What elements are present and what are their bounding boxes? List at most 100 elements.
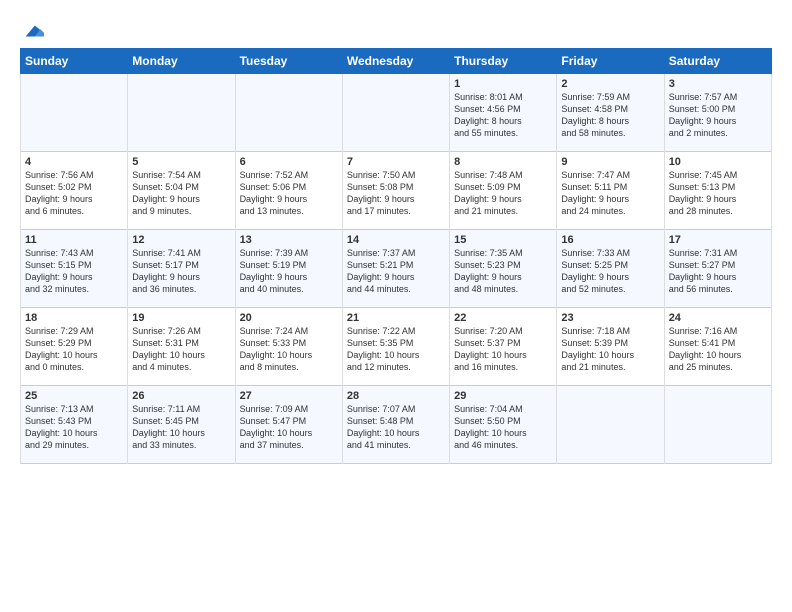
header-row: SundayMondayTuesdayWednesdayThursdayFrid… [21, 49, 772, 74]
cell-content: Sunrise: 7:09 AM Sunset: 5:47 PM Dayligh… [240, 403, 338, 452]
day-number: 27 [240, 390, 338, 402]
cell-content: Sunrise: 7:18 AM Sunset: 5:39 PM Dayligh… [561, 325, 659, 374]
calendar-cell: 6Sunrise: 7:52 AM Sunset: 5:06 PM Daylig… [235, 152, 342, 230]
day-number: 4 [25, 156, 123, 168]
calendar-cell: 1Sunrise: 8:01 AM Sunset: 4:56 PM Daylig… [450, 74, 557, 152]
day-number: 8 [454, 156, 552, 168]
header-cell-tuesday: Tuesday [235, 49, 342, 74]
cell-content: Sunrise: 7:59 AM Sunset: 4:58 PM Dayligh… [561, 91, 659, 140]
day-number: 25 [25, 390, 123, 402]
day-number: 24 [669, 312, 767, 324]
day-number: 1 [454, 78, 552, 90]
day-number: 12 [132, 234, 230, 246]
cell-content: Sunrise: 7:54 AM Sunset: 5:04 PM Dayligh… [132, 169, 230, 218]
calendar-cell: 3Sunrise: 7:57 AM Sunset: 5:00 PM Daylig… [664, 74, 771, 152]
day-number: 2 [561, 78, 659, 90]
calendar-cell: 10Sunrise: 7:45 AM Sunset: 5:13 PM Dayli… [664, 152, 771, 230]
week-row-4: 25Sunrise: 7:13 AM Sunset: 5:43 PM Dayli… [21, 386, 772, 464]
calendar-cell [128, 74, 235, 152]
calendar-cell: 28Sunrise: 7:07 AM Sunset: 5:48 PM Dayli… [342, 386, 449, 464]
calendar-cell: 5Sunrise: 7:54 AM Sunset: 5:04 PM Daylig… [128, 152, 235, 230]
day-number: 19 [132, 312, 230, 324]
calendar-cell: 2Sunrise: 7:59 AM Sunset: 4:58 PM Daylig… [557, 74, 664, 152]
header-cell-wednesday: Wednesday [342, 49, 449, 74]
calendar-body: 1Sunrise: 8:01 AM Sunset: 4:56 PM Daylig… [21, 74, 772, 464]
calendar-cell: 22Sunrise: 7:20 AM Sunset: 5:37 PM Dayli… [450, 308, 557, 386]
calendar-cell [664, 386, 771, 464]
calendar-cell: 11Sunrise: 7:43 AM Sunset: 5:15 PM Dayli… [21, 230, 128, 308]
header [20, 18, 772, 40]
calendar-cell: 26Sunrise: 7:11 AM Sunset: 5:45 PM Dayli… [128, 386, 235, 464]
cell-content: Sunrise: 8:01 AM Sunset: 4:56 PM Dayligh… [454, 91, 552, 140]
calendar-cell: 14Sunrise: 7:37 AM Sunset: 5:21 PM Dayli… [342, 230, 449, 308]
cell-content: Sunrise: 7:04 AM Sunset: 5:50 PM Dayligh… [454, 403, 552, 452]
week-row-0: 1Sunrise: 8:01 AM Sunset: 4:56 PM Daylig… [21, 74, 772, 152]
cell-content: Sunrise: 7:13 AM Sunset: 5:43 PM Dayligh… [25, 403, 123, 452]
calendar-cell: 8Sunrise: 7:48 AM Sunset: 5:09 PM Daylig… [450, 152, 557, 230]
cell-content: Sunrise: 7:11 AM Sunset: 5:45 PM Dayligh… [132, 403, 230, 452]
cell-content: Sunrise: 7:20 AM Sunset: 5:37 PM Dayligh… [454, 325, 552, 374]
day-number: 10 [669, 156, 767, 168]
day-number: 26 [132, 390, 230, 402]
cell-content: Sunrise: 7:29 AM Sunset: 5:29 PM Dayligh… [25, 325, 123, 374]
cell-content: Sunrise: 7:22 AM Sunset: 5:35 PM Dayligh… [347, 325, 445, 374]
logo [20, 22, 44, 40]
calendar-cell: 23Sunrise: 7:18 AM Sunset: 5:39 PM Dayli… [557, 308, 664, 386]
calendar-cell: 16Sunrise: 7:33 AM Sunset: 5:25 PM Dayli… [557, 230, 664, 308]
header-cell-thursday: Thursday [450, 49, 557, 74]
cell-content: Sunrise: 7:31 AM Sunset: 5:27 PM Dayligh… [669, 247, 767, 296]
cell-content: Sunrise: 7:57 AM Sunset: 5:00 PM Dayligh… [669, 91, 767, 140]
calendar-cell: 15Sunrise: 7:35 AM Sunset: 5:23 PM Dayli… [450, 230, 557, 308]
cell-content: Sunrise: 7:45 AM Sunset: 5:13 PM Dayligh… [669, 169, 767, 218]
cell-content: Sunrise: 7:16 AM Sunset: 5:41 PM Dayligh… [669, 325, 767, 374]
day-number: 9 [561, 156, 659, 168]
cell-content: Sunrise: 7:07 AM Sunset: 5:48 PM Dayligh… [347, 403, 445, 452]
calendar-table: SundayMondayTuesdayWednesdayThursdayFrid… [20, 48, 772, 464]
page: SundayMondayTuesdayWednesdayThursdayFrid… [0, 0, 792, 474]
cell-content: Sunrise: 7:26 AM Sunset: 5:31 PM Dayligh… [132, 325, 230, 374]
calendar-cell: 21Sunrise: 7:22 AM Sunset: 5:35 PM Dayli… [342, 308, 449, 386]
day-number: 22 [454, 312, 552, 324]
calendar-cell: 4Sunrise: 7:56 AM Sunset: 5:02 PM Daylig… [21, 152, 128, 230]
calendar-cell [235, 74, 342, 152]
cell-content: Sunrise: 7:37 AM Sunset: 5:21 PM Dayligh… [347, 247, 445, 296]
cell-content: Sunrise: 7:43 AM Sunset: 5:15 PM Dayligh… [25, 247, 123, 296]
cell-content: Sunrise: 7:52 AM Sunset: 5:06 PM Dayligh… [240, 169, 338, 218]
calendar-cell: 20Sunrise: 7:24 AM Sunset: 5:33 PM Dayli… [235, 308, 342, 386]
cell-content: Sunrise: 7:39 AM Sunset: 5:19 PM Dayligh… [240, 247, 338, 296]
week-row-1: 4Sunrise: 7:56 AM Sunset: 5:02 PM Daylig… [21, 152, 772, 230]
calendar-cell: 12Sunrise: 7:41 AM Sunset: 5:17 PM Dayli… [128, 230, 235, 308]
day-number: 20 [240, 312, 338, 324]
day-number: 6 [240, 156, 338, 168]
calendar-cell: 29Sunrise: 7:04 AM Sunset: 5:50 PM Dayli… [450, 386, 557, 464]
cell-content: Sunrise: 7:47 AM Sunset: 5:11 PM Dayligh… [561, 169, 659, 218]
calendar-cell: 18Sunrise: 7:29 AM Sunset: 5:29 PM Dayli… [21, 308, 128, 386]
calendar-cell: 13Sunrise: 7:39 AM Sunset: 5:19 PM Dayli… [235, 230, 342, 308]
calendar-cell [557, 386, 664, 464]
cell-content: Sunrise: 7:24 AM Sunset: 5:33 PM Dayligh… [240, 325, 338, 374]
day-number: 17 [669, 234, 767, 246]
cell-content: Sunrise: 7:41 AM Sunset: 5:17 PM Dayligh… [132, 247, 230, 296]
header-cell-friday: Friday [557, 49, 664, 74]
calendar-cell: 27Sunrise: 7:09 AM Sunset: 5:47 PM Dayli… [235, 386, 342, 464]
day-number: 13 [240, 234, 338, 246]
day-number: 18 [25, 312, 123, 324]
cell-content: Sunrise: 7:33 AM Sunset: 5:25 PM Dayligh… [561, 247, 659, 296]
day-number: 11 [25, 234, 123, 246]
day-number: 21 [347, 312, 445, 324]
day-number: 28 [347, 390, 445, 402]
logo-icon [22, 20, 44, 42]
day-number: 16 [561, 234, 659, 246]
cell-content: Sunrise: 7:50 AM Sunset: 5:08 PM Dayligh… [347, 169, 445, 218]
calendar-cell: 7Sunrise: 7:50 AM Sunset: 5:08 PM Daylig… [342, 152, 449, 230]
calendar-cell: 24Sunrise: 7:16 AM Sunset: 5:41 PM Dayli… [664, 308, 771, 386]
header-cell-sunday: Sunday [21, 49, 128, 74]
day-number: 5 [132, 156, 230, 168]
calendar-cell: 19Sunrise: 7:26 AM Sunset: 5:31 PM Dayli… [128, 308, 235, 386]
cell-content: Sunrise: 7:48 AM Sunset: 5:09 PM Dayligh… [454, 169, 552, 218]
calendar-cell: 17Sunrise: 7:31 AM Sunset: 5:27 PM Dayli… [664, 230, 771, 308]
header-cell-monday: Monday [128, 49, 235, 74]
day-number: 23 [561, 312, 659, 324]
calendar-cell: 9Sunrise: 7:47 AM Sunset: 5:11 PM Daylig… [557, 152, 664, 230]
day-number: 15 [454, 234, 552, 246]
